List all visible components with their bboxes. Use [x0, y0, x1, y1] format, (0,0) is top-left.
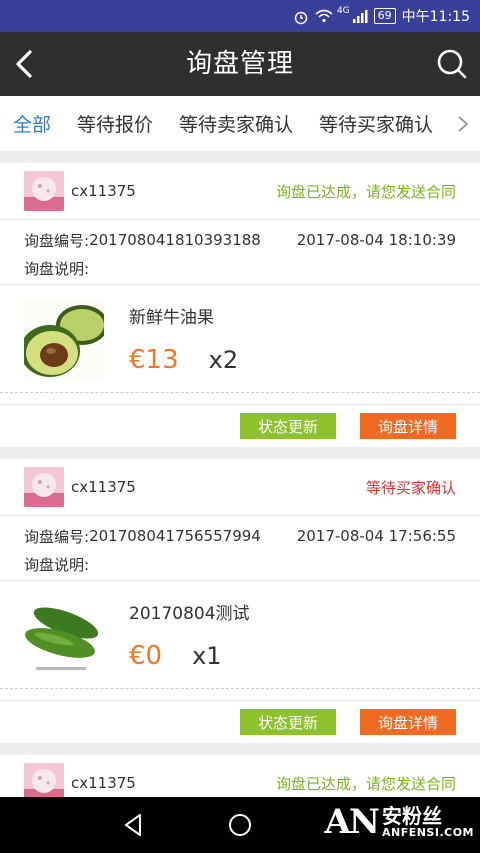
username: cx11375	[71, 182, 136, 200]
inquiry-card[interactable]: cx11375 询盘已达成，请您发送合同 询盘编号: 2017080418103…	[0, 163, 480, 447]
avatar	[24, 171, 64, 211]
tab-awaiting-quote[interactable]: 等待报价	[64, 110, 166, 137]
inquiry-no: 201708041756557994	[89, 527, 261, 545]
network-type: 4G	[336, 6, 350, 16]
card-actions: 状态更新 询盘详情	[0, 701, 480, 743]
product-price: €0	[129, 640, 163, 671]
status-bar: 4G 69 中午11:15	[0, 0, 480, 32]
watermark-logo: AN 安粉丝 ANFENSI.COM	[325, 802, 475, 842]
chevron-right-icon[interactable]	[456, 114, 470, 134]
divider	[0, 393, 480, 405]
username: cx11375	[71, 478, 136, 496]
tab-all[interactable]: 全部	[0, 110, 64, 137]
status-badge: 等待买家确认	[365, 478, 456, 497]
watermark-en: ANFENSI.COM	[381, 825, 474, 839]
product-name: 新鲜牛油果	[129, 307, 214, 328]
inquiry-date: 2017-08-04 17:56:55	[296, 527, 456, 545]
product-image-avocado	[20, 298, 108, 379]
inquiry-info: 询盘编号: 201708041810393188 2017-08-04 18:1…	[0, 220, 480, 284]
back-triangle-icon[interactable]	[120, 811, 148, 839]
filter-tabs: 全部 等待报价 等待卖家确认 等待买家确认	[0, 96, 480, 151]
inquiry-no: 201708041810393188	[89, 231, 261, 249]
inquiry-date: 2017-08-04 18:10:39	[296, 231, 456, 249]
product-quantity: x1	[192, 641, 222, 670]
inquiry-no-label: 询盘编号:	[24, 527, 90, 546]
inquiry-detail-button[interactable]: 询盘详情	[360, 413, 456, 439]
status-badge: 询盘已达成，请您发送合同	[275, 774, 456, 793]
card-header: cx11375 询盘已达成，请您发送合同	[0, 163, 480, 220]
home-icon[interactable]	[226, 811, 254, 839]
card-header: cx11375 等待买家确认	[0, 459, 480, 516]
product-name: 20170804测试	[129, 603, 250, 624]
card-actions: 状态更新 询盘详情	[0, 405, 480, 447]
app-bar: 询盘管理	[0, 32, 480, 96]
status-badge: 询盘已达成，请您发送合同	[275, 182, 456, 201]
clock: 中午11:15	[401, 9, 470, 25]
avatar	[24, 467, 64, 507]
inquiry-desc-label: 询盘说明:	[24, 555, 90, 574]
inquiry-info: 询盘编号: 201708041756557994 2017-08-04 17:5…	[0, 516, 480, 580]
tab-awaiting-seller[interactable]: 等待卖家确认	[166, 110, 306, 137]
product-image-cucumber	[24, 594, 104, 675]
inquiry-card[interactable]: cx11375 等待买家确认 询盘编号: 201708041756557994 …	[0, 459, 480, 743]
product-row[interactable]: 20170804测试 €0 x1	[0, 580, 480, 689]
inquiry-desc-label: 询盘说明:	[24, 259, 90, 278]
status-update-button[interactable]: 状态更新	[240, 709, 336, 735]
product-row[interactable]: 新鲜牛油果 €13 x2	[0, 284, 480, 393]
signal-icon	[352, 9, 368, 23]
tab-awaiting-buyer[interactable]: 等待买家确认	[306, 110, 446, 137]
inquiry-no-label: 询盘编号:	[24, 231, 90, 250]
alarm-icon	[293, 9, 309, 25]
inquiry-detail-button[interactable]: 询盘详情	[360, 709, 456, 735]
divider	[0, 689, 480, 701]
status-update-button[interactable]: 状态更新	[240, 413, 336, 439]
watermark-an: AN	[324, 802, 380, 842]
page-title: 询盘管理	[185, 49, 294, 79]
inquiry-list: cx11375 询盘已达成，请您发送合同 询盘编号: 2017080418103…	[0, 163, 480, 824]
username: cx11375	[71, 774, 136, 792]
product-quantity: x2	[208, 345, 239, 374]
search-icon[interactable]	[436, 48, 468, 80]
product-price: €13	[129, 344, 179, 375]
wifi-icon	[315, 9, 333, 23]
battery-indicator: 69	[373, 8, 396, 24]
watermark-cn: 安粉丝	[381, 803, 442, 828]
